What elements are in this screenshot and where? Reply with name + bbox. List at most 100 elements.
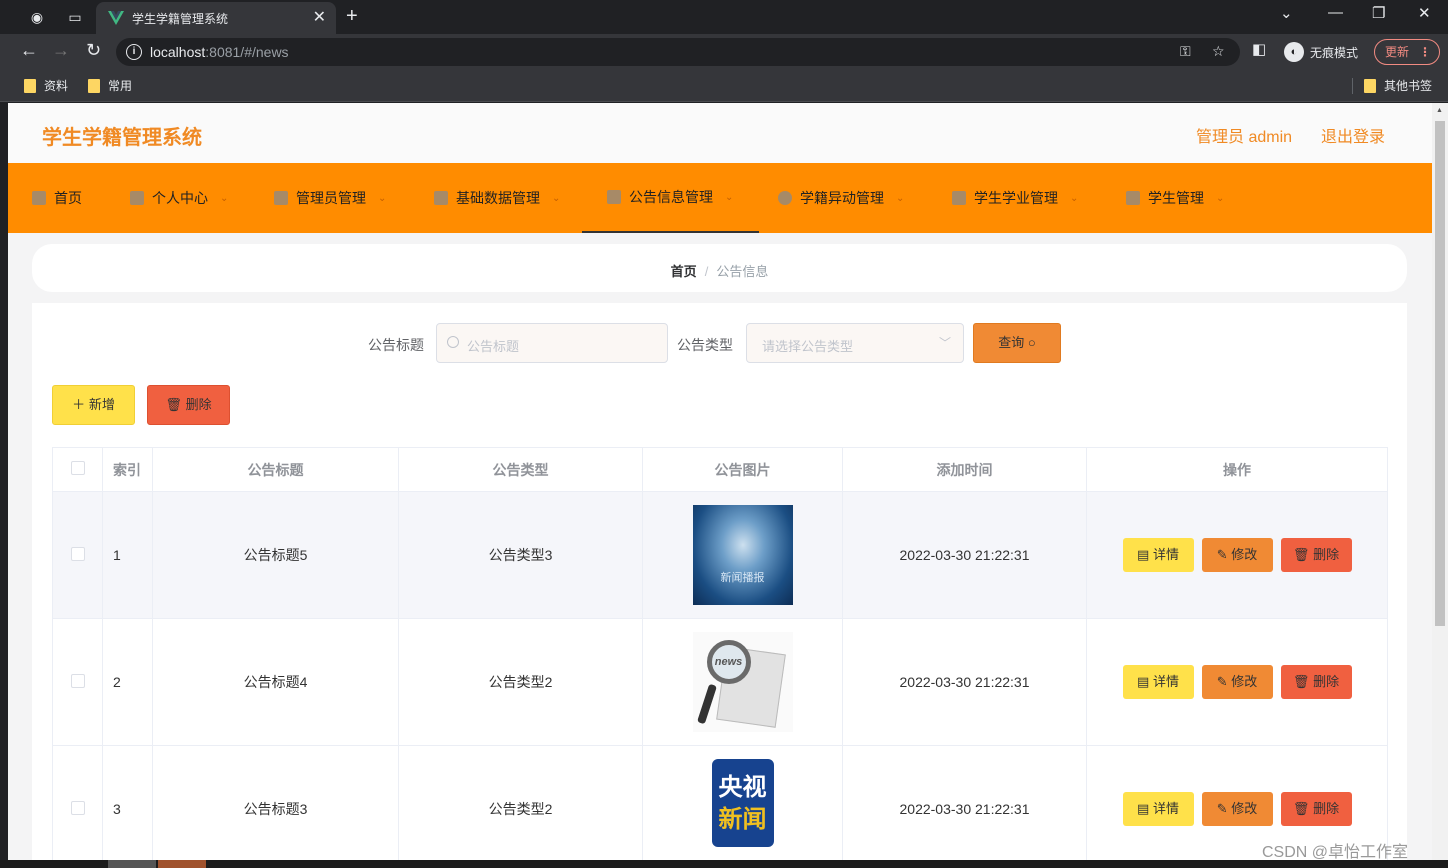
logout-link[interactable]: 退出登录 [1321, 123, 1385, 147]
col-image: 公告图片 [642, 447, 843, 492]
chevron-down-icon: ⌄ [378, 192, 387, 204]
chevron-down-icon: ⌄ [1216, 192, 1225, 204]
detail-button[interactable]: ▤ 详情 [1122, 792, 1194, 826]
breadcrumb-current: 公告信息 [716, 264, 769, 279]
folder-icon [24, 78, 36, 93]
bookmark-separator [1352, 78, 1353, 94]
tab-search-icon[interactable]: ▭ [66, 8, 84, 26]
title-filter-label: 公告标题 [368, 337, 424, 353]
row-type: 公告类型2 [398, 618, 643, 746]
row-index: 2 [102, 618, 153, 746]
nav-item-notice[interactable]: 公告信息管理 ⌄ [582, 163, 760, 233]
select-all-checkbox[interactable] [70, 461, 85, 475]
url-text[interactable]: localhost:8081/#/news [150, 44, 289, 60]
nav-item-academic[interactable]: 学生学业管理 ⌄ [952, 163, 1078, 233]
nav-item-basic-data[interactable]: 基础数据管理 ⌄ [434, 163, 560, 233]
menu-dots-icon: ⋮ [1419, 45, 1431, 59]
col-actions: 操作 [1086, 447, 1388, 492]
browser-tab[interactable]: 学生学籍管理系统 ✕ [96, 2, 336, 34]
minimize-icon[interactable]: — [1328, 4, 1343, 21]
forward-icon[interactable]: → [52, 40, 70, 61]
nav-item-admin[interactable]: 管理员管理 ⌄ [274, 163, 386, 233]
side-panel-icon[interactable]: ◧ [1252, 40, 1266, 58]
pencil-icon: ✎ [1216, 674, 1228, 689]
document-icon: ▤ [1137, 547, 1150, 562]
nav-item-students[interactable]: 学生管理 ⌄ [1126, 163, 1224, 233]
incognito-label: 无痕模式 [1310, 45, 1359, 60]
globe-icon[interactable]: ◉ [28, 8, 46, 26]
nav-item-status-change[interactable]: 学籍异动管理 ⌄ [778, 163, 904, 233]
update-button[interactable]: 更新 ⋮ [1374, 39, 1440, 65]
batch-delete-button[interactable]: 🗑 删除 [147, 385, 230, 425]
new-tab-icon[interactable]: + [346, 5, 358, 28]
add-button[interactable]: ＋ 新增 [52, 385, 135, 425]
close-window-icon[interactable]: ✕ [1418, 4, 1431, 22]
breadcrumb-home[interactable]: 首页 [671, 264, 697, 279]
search-icon: ○ [1027, 335, 1036, 350]
taskbar-app[interactable] [108, 860, 156, 868]
close-tab-icon[interactable]: ✕ [313, 7, 326, 27]
row-type: 公告类型3 [398, 491, 643, 619]
clipboard-icon [274, 191, 288, 205]
grid-icon [434, 191, 448, 205]
incognito-icon: ◐ [1284, 42, 1304, 62]
incognito-indicator[interactable]: ◐ 无痕模式 [1280, 39, 1366, 65]
trash-icon: 🗑 [1292, 674, 1310, 689]
bookmark-folder-2[interactable]: 常用 [88, 77, 132, 94]
back-icon[interactable]: ← [20, 40, 38, 61]
delete-button[interactable]: 🗑 删除 [1280, 665, 1352, 699]
page-scrollbar[interactable]: ▲ [1432, 103, 1448, 860]
row-checkbox[interactable] [70, 673, 85, 688]
scroll-up-icon[interactable]: ▲ [1436, 107, 1443, 114]
delete-button[interactable]: 🗑 删除 [1280, 792, 1352, 826]
chevron-down-icon: ⌄ [896, 192, 905, 204]
os-taskbar [0, 860, 1448, 868]
breadcrumb-separator: / [704, 264, 709, 279]
nav-item-profile[interactable]: 个人中心 ⌄ [130, 163, 228, 233]
row-title: 公告标题5 [152, 491, 399, 619]
browser-toolbar: ← → ↻ i localhost:8081/#/news ⚿ ☆ ◧ ◐ 无痕… [0, 34, 1448, 70]
key-icon[interactable]: ⚿ [1180, 43, 1191, 60]
chevron-down-icon: ⌄ [725, 191, 734, 203]
watermark: CSDN @卓怡工作室 [1262, 844, 1409, 861]
other-bookmarks[interactable]: 其他书签 [1364, 77, 1432, 94]
vue-logo-icon [108, 11, 124, 25]
detail-button[interactable]: ▤ 详情 [1122, 665, 1194, 699]
chevron-down-icon: ⌄ [552, 192, 561, 204]
taskbar-app[interactable] [158, 860, 206, 868]
tab-title: 学生学籍管理系统 [132, 12, 229, 26]
monitor-icon [1126, 191, 1140, 205]
notice-table: 索引 公告标题 公告类型 公告图片 添加时间 操作 1 公告标题5 公告类型3 … [52, 447, 1388, 860]
restore-icon[interactable]: ❐ [1372, 4, 1385, 22]
edit-button[interactable]: ✎ 修改 [1201, 665, 1273, 699]
main-nav: 首页 个人中心 ⌄ 管理员管理 ⌄ 基础数据管理 ⌄ 公告信息管理 ⌄ 学籍异动… [8, 163, 1432, 233]
detail-button[interactable]: ▤ 详情 [1122, 538, 1194, 572]
compass-icon [778, 191, 792, 205]
edit-button[interactable]: ✎ 修改 [1201, 792, 1273, 826]
nav-item-home[interactable]: 首页 [32, 163, 82, 233]
row-time: 2022-03-30 21:22:31 [842, 745, 1087, 860]
info-icon[interactable]: i [126, 44, 142, 60]
bookmark-folder-1[interactable]: 资料 [24, 77, 68, 94]
folder-icon [1364, 78, 1376, 93]
col-index: 索引 [102, 447, 153, 492]
query-button[interactable]: 查询 ○ [973, 323, 1061, 363]
scrollbar-thumb[interactable] [1435, 121, 1445, 626]
breadcrumb: 首页 / 公告信息 [32, 244, 1407, 292]
chevron-down-icon: ⌄ [1070, 192, 1079, 204]
reload-icon[interactable]: ↻ [86, 40, 101, 61]
row-checkbox[interactable] [70, 546, 85, 561]
type-select[interactable]: 请选择公告类型 ﹀ [746, 323, 964, 363]
title-search-input[interactable]: 公告标题 [436, 323, 668, 363]
row-checkbox[interactable] [70, 800, 85, 815]
edit-button[interactable]: ✎ 修改 [1201, 538, 1273, 572]
chevron-down-icon: ﹀ [938, 336, 951, 350]
page-viewport: 学生学籍管理系统 管理员 admin 退出登录 首页 个人中心 ⌄ 管理员管理 … [8, 103, 1432, 860]
address-bar[interactable]: i localhost:8081/#/news ⚿ ☆ [116, 38, 1240, 66]
delete-button[interactable]: 🗑 删除 [1280, 538, 1352, 572]
monitor-icon [952, 191, 966, 205]
star-icon[interactable]: ☆ [1212, 43, 1225, 60]
notice-image: 央视 新闻 [692, 759, 793, 859]
chevron-down-icon[interactable]: ⌄ [1280, 4, 1293, 22]
row-title: 公告标题4 [152, 618, 399, 746]
